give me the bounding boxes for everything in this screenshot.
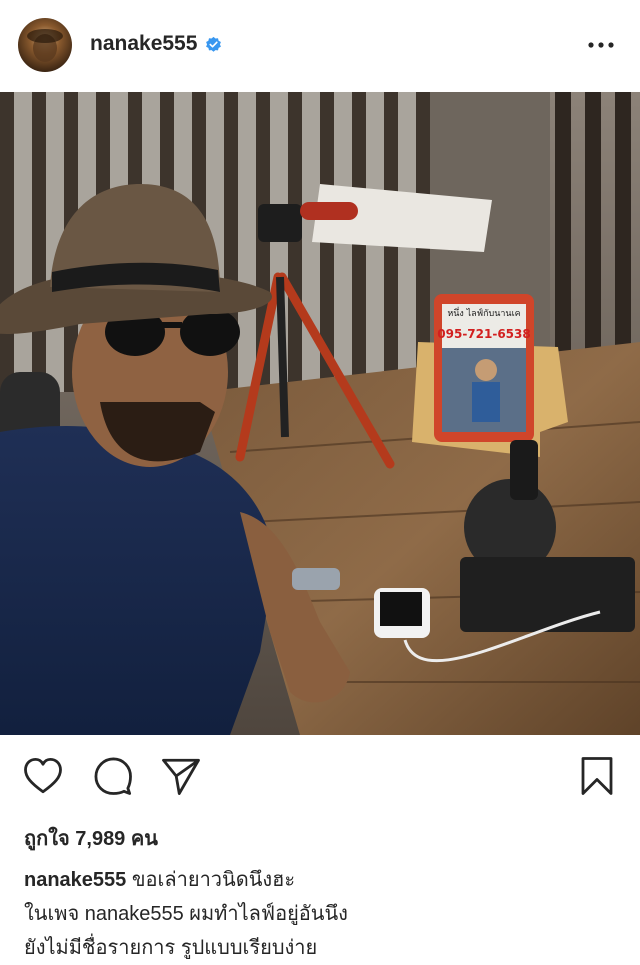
- verified-badge-icon: [206, 36, 222, 52]
- caption-line-2: ในเพจ nanake555 ผมทำไลฟ์อยู่อันนึง: [24, 903, 348, 925]
- avatar-image: [18, 18, 72, 72]
- more-options-button[interactable]: [584, 30, 618, 60]
- post-header: nanake555: [0, 0, 640, 92]
- caption-line-1: nanake555 ขอเล่ายาวนิดนึงฮะ: [24, 863, 614, 897]
- photo-scene: หนึ่ง ไลฟ์กับนานเค 095-721-6538: [0, 92, 640, 735]
- post-photo[interactable]: หนึ่ง ไลฟ์กับนานเค 095-721-6538: [0, 92, 640, 735]
- username-link[interactable]: nanake555: [90, 32, 197, 56]
- bookmark-icon[interactable]: [576, 755, 618, 797]
- comment-icon[interactable]: [92, 755, 134, 797]
- likes-count[interactable]: ถูกใจ 7,989 คน: [24, 822, 158, 854]
- post-actions-bar: [0, 735, 640, 815]
- caption-username[interactable]: nanake555: [24, 869, 126, 891]
- more-options-icon: [588, 42, 614, 48]
- avatar[interactable]: [18, 18, 72, 72]
- heart-icon[interactable]: [22, 755, 64, 797]
- send-icon[interactable]: [160, 755, 202, 797]
- caption-text-1: ขอเล่ายาวนิดนึงฮะ: [126, 869, 296, 891]
- tablet-overlay-phone: 095-721-6538: [437, 327, 530, 341]
- post-caption: nanake555 ขอเล่ายาวนิดนึงฮะ ในเพจ nanake…: [24, 863, 614, 965]
- caption-line-3: ยังไม่มีชื่อรายการ รูปแบบเรียบง่าย: [24, 937, 318, 959]
